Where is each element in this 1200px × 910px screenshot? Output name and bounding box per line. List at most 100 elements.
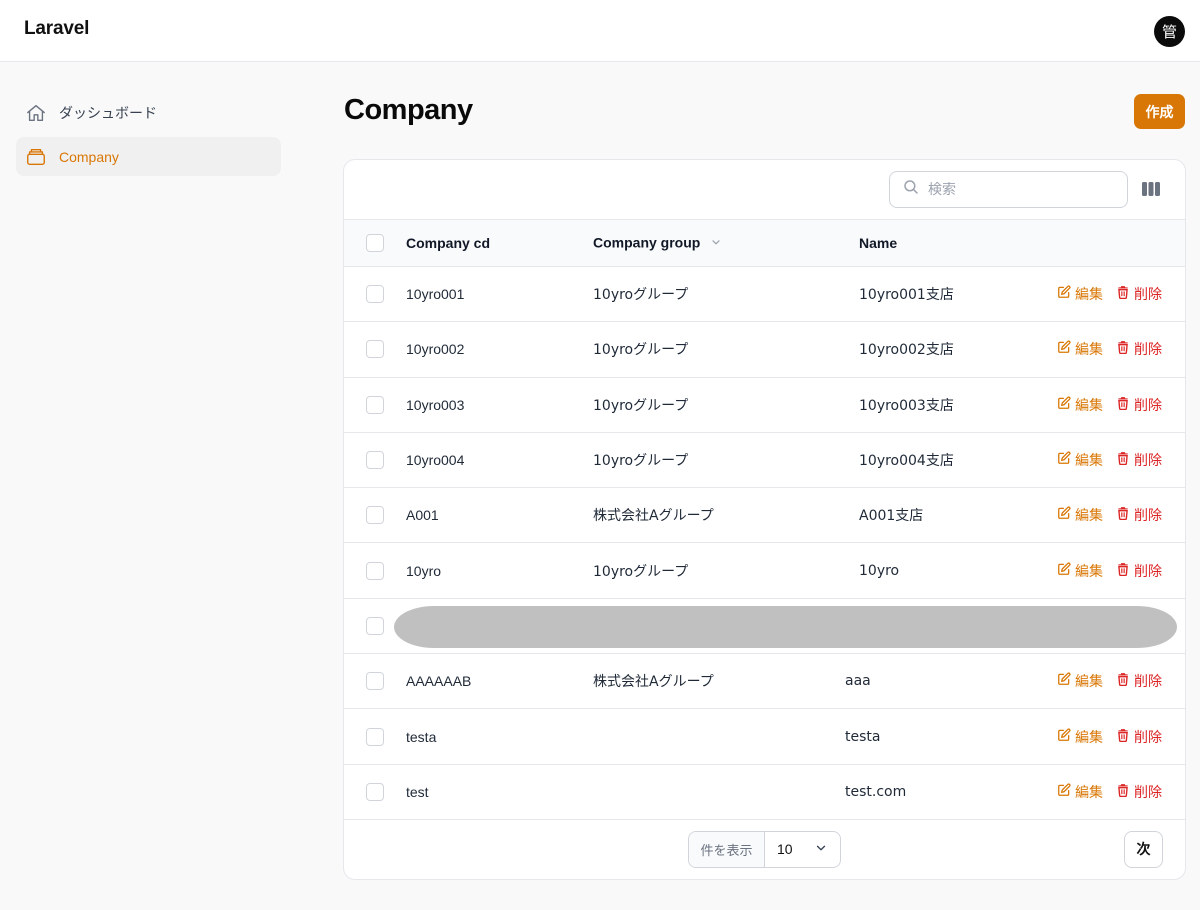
- home-icon: [25, 102, 47, 124]
- company-group-cell: 10yroグループ: [593, 287, 689, 304]
- delete-label: 削除: [1134, 729, 1162, 746]
- company-name-cell: 10yro004支店: [859, 453, 954, 470]
- user-avatar[interactable]: 管: [1154, 16, 1185, 47]
- table-row[interactable]: A001 株式会社Aグループ A001支店 編集 削除: [344, 488, 1185, 544]
- delete-button[interactable]: 削除: [1116, 727, 1162, 747]
- delete-button[interactable]: 削除: [1116, 450, 1162, 470]
- sidebar-item-label: Company: [59, 148, 119, 165]
- edit-label: 編集: [1075, 342, 1103, 359]
- table-row-redacted[interactable]: [344, 599, 1185, 655]
- company-cd-cell: test: [406, 783, 429, 800]
- chevron-down-icon: [814, 841, 828, 858]
- delete-button[interactable]: 削除: [1116, 284, 1162, 304]
- row-checkbox[interactable]: [366, 727, 384, 746]
- row-actions: 編集 削除: [1057, 339, 1162, 359]
- company-name-cell: A001支店: [859, 508, 924, 525]
- row-select-cell: [366, 340, 384, 359]
- company-cd-cell: testa: [406, 728, 437, 745]
- edit-button[interactable]: 編集: [1057, 727, 1103, 747]
- row-checkbox[interactable]: [366, 340, 384, 359]
- edit-label: 編集: [1075, 563, 1103, 580]
- select-all-checkbox[interactable]: [366, 234, 384, 252]
- edit-button[interactable]: 編集: [1057, 782, 1103, 802]
- row-actions: 編集 削除: [1057, 727, 1162, 747]
- edit-icon: [1057, 506, 1075, 524]
- column-header-cd[interactable]: Company cd: [406, 235, 490, 251]
- row-checkbox[interactable]: [366, 285, 384, 304]
- edit-label: 編集: [1075, 508, 1103, 525]
- edit-label: 編集: [1075, 287, 1103, 304]
- delete-button[interactable]: 削除: [1116, 395, 1162, 415]
- table-row[interactable]: 10yro004 10yroグループ 10yro004支店 編集 削除: [344, 433, 1185, 489]
- column-header-group[interactable]: Company group: [593, 234, 722, 251]
- edit-button[interactable]: 編集: [1057, 339, 1103, 359]
- edit-button[interactable]: 編集: [1057, 284, 1103, 304]
- row-select-cell: [366, 451, 384, 470]
- per-page-select[interactable]: 10: [765, 832, 840, 867]
- table-row[interactable]: AAAAAAB 株式会社Aグループ aaa 編集 削除: [344, 654, 1185, 710]
- sidebar: ダッシュボード Company: [16, 93, 281, 181]
- row-checkbox[interactable]: [366, 561, 384, 580]
- search-input[interactable]: [928, 181, 1118, 198]
- app-brand[interactable]: Laravel: [24, 18, 89, 40]
- company-cd-cell: 10yro003: [406, 396, 465, 413]
- columns-toggle-icon[interactable]: [1141, 180, 1161, 198]
- edit-icon: [1057, 285, 1075, 303]
- delete-label: 削除: [1134, 342, 1162, 359]
- edit-button[interactable]: 編集: [1057, 505, 1103, 525]
- trash-icon: [1116, 451, 1134, 469]
- edit-button[interactable]: 編集: [1057, 561, 1103, 581]
- edit-icon: [1057, 672, 1075, 690]
- next-page-button[interactable]: 次: [1124, 830, 1163, 868]
- table-row[interactable]: 10yro 10yroグループ 10yro 編集 削除: [344, 543, 1185, 599]
- edit-label: 編集: [1075, 453, 1103, 470]
- table-row[interactable]: 10yro002 10yroグループ 10yro002支店 編集 削除: [344, 322, 1185, 378]
- row-actions: 編集 削除: [1057, 395, 1162, 415]
- delete-button[interactable]: 削除: [1116, 671, 1162, 691]
- row-checkbox[interactable]: [366, 395, 384, 414]
- table-row[interactable]: 10yro003 10yroグループ 10yro003支店 編集 削除: [344, 378, 1185, 433]
- row-checkbox[interactable]: [366, 672, 384, 691]
- trash-icon: [1116, 396, 1134, 414]
- inbox-stack-icon: [25, 146, 47, 168]
- page-title: Company: [344, 94, 473, 126]
- trash-icon: [1116, 562, 1134, 580]
- delete-button[interactable]: 削除: [1116, 561, 1162, 581]
- edit-button[interactable]: 編集: [1057, 450, 1103, 470]
- row-actions: 編集 削除: [1057, 505, 1162, 525]
- row-checkbox[interactable]: [366, 782, 384, 801]
- trash-icon: [1116, 285, 1134, 303]
- redacted-block: [394, 605, 1177, 648]
- search-icon: [902, 178, 920, 201]
- column-header-name[interactable]: Name: [859, 235, 897, 251]
- delete-button[interactable]: 削除: [1116, 505, 1162, 525]
- delete-button[interactable]: 削除: [1116, 339, 1162, 359]
- edit-button[interactable]: 編集: [1057, 671, 1103, 691]
- company-name-cell: test.com: [845, 783, 907, 800]
- row-checkbox[interactable]: [366, 506, 384, 525]
- row-actions: 編集 削除: [1057, 561, 1162, 581]
- delete-button[interactable]: 削除: [1116, 782, 1162, 802]
- sidebar-item-dashboard[interactable]: ダッシュボード: [16, 93, 281, 132]
- search-box[interactable]: [889, 171, 1128, 208]
- trash-icon: [1116, 672, 1134, 690]
- create-button[interactable]: 作成: [1134, 94, 1185, 129]
- company-name-cell: testa: [845, 728, 881, 745]
- trash-icon: [1116, 506, 1134, 524]
- company-group-cell: 10yroグループ: [593, 397, 689, 414]
- row-select-cell: [366, 285, 384, 304]
- company-name-cell: aaa: [845, 673, 871, 690]
- edit-label: 編集: [1075, 784, 1103, 801]
- row-checkbox[interactable]: [366, 451, 384, 470]
- edit-label: 編集: [1075, 397, 1103, 414]
- row-checkbox[interactable]: [366, 616, 384, 635]
- table-body: 10yro001 10yroグループ 10yro001支店 編集 削除 10yro002 1…: [344, 267, 1185, 820]
- edit-button[interactable]: 編集: [1057, 395, 1103, 415]
- sidebar-item-company[interactable]: Company: [16, 137, 281, 176]
- table-row[interactable]: 10yro001 10yroグループ 10yro001支店 編集 削除: [344, 267, 1185, 323]
- table-row[interactable]: test test.com 編集 削除: [344, 765, 1185, 820]
- row-select-cell: [366, 395, 384, 414]
- table-row[interactable]: testa testa 編集 削除: [344, 709, 1185, 765]
- per-page-selector[interactable]: 件を表示 10: [688, 830, 841, 868]
- top-bar: Laravel 管: [0, 0, 1200, 62]
